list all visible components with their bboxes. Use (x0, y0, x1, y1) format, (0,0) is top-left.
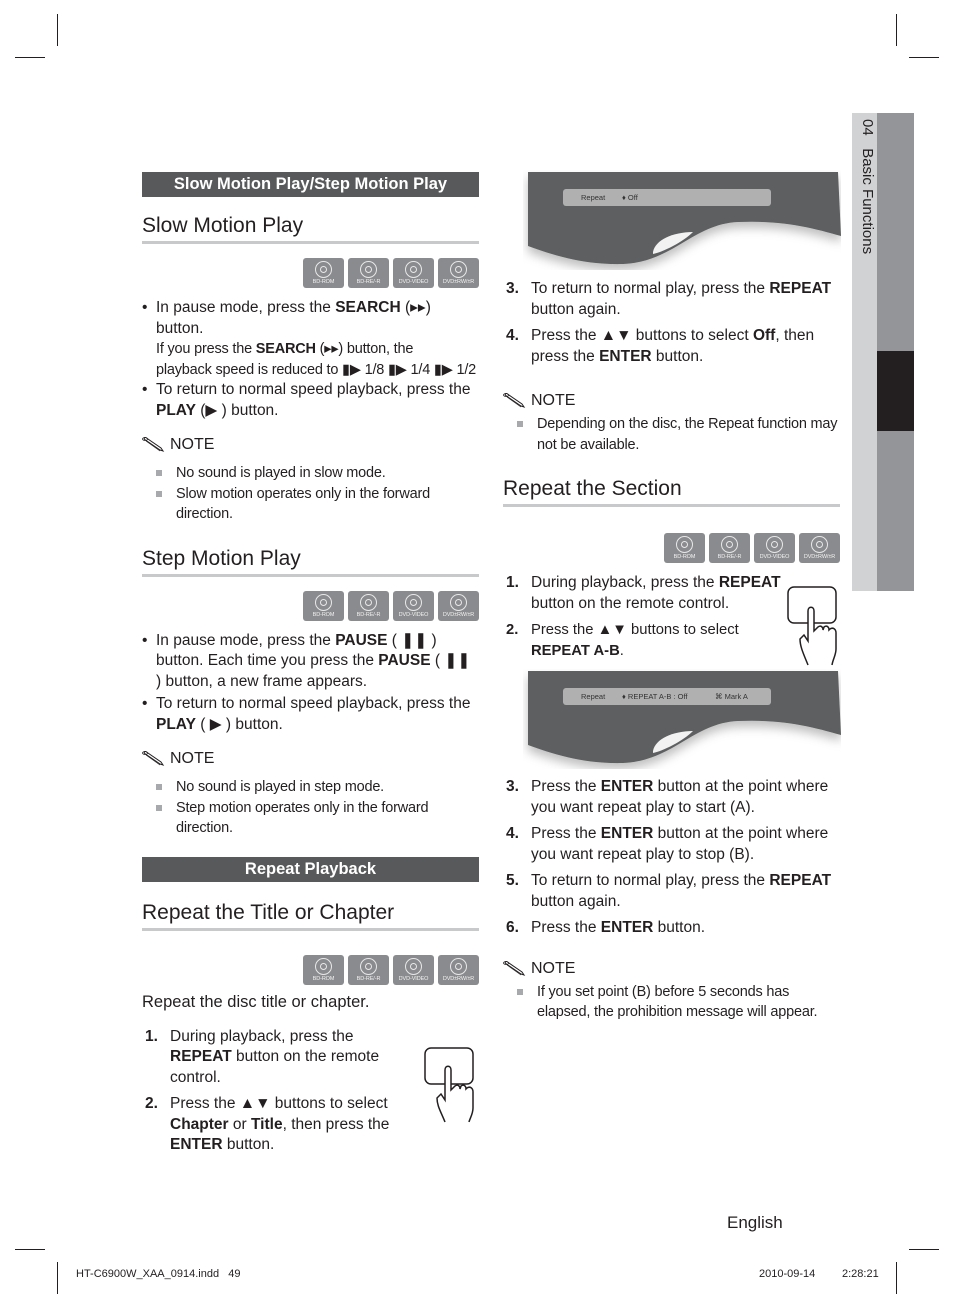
pencil-note-icon (142, 437, 165, 452)
disc-type-icons: BD-ROM BD-RE/-R DVD-VIDEO DVD±RW/±R (503, 533, 840, 563)
bullet-item: In pause mode, press the SEARCH (▸▸) but… (142, 298, 479, 380)
note-item: If you set point (B) before 5 seconds ha… (517, 982, 840, 1023)
repeat-section-steps: 1. During playback, press the REPEAT but… (503, 573, 788, 661)
osd-action: ⌘ Mark A (715, 692, 748, 701)
note-item: Slow motion operates only in the forward… (156, 484, 479, 525)
step-item: 3. To return to normal play, press the R… (506, 280, 832, 318)
remote-button-press-icon (787, 586, 837, 666)
note-heading: NOTE (142, 435, 479, 455)
bd-re-disc-icon: BD-RE/-R (709, 533, 750, 563)
step-item: 4. Press the ▲▼ buttons to select Off, t… (506, 327, 815, 365)
step-motion-notes: No sound is played in step mode. Step mo… (156, 777, 479, 839)
note-heading: NOTE (503, 391, 840, 411)
step-item: 1. During playback, press the REPEAT but… (145, 1027, 380, 1086)
crop-mark (57, 14, 58, 46)
dvd-video-disc-icon: DVD-VIDEO (754, 533, 795, 563)
bullet-item: In pause mode, press the PAUSE ( ❚❚ ) bu… (142, 631, 479, 693)
note-heading: NOTE (142, 749, 479, 769)
note-heading: NOTE (503, 959, 840, 979)
heading-repeat-title: Repeat the Title or Chapter (142, 901, 479, 931)
repeat-section-notes: If you set point (B) before 5 seconds ha… (517, 982, 840, 1023)
crop-mark (15, 1249, 45, 1250)
section-bar-repeat-playback: Repeat Playback (142, 856, 479, 882)
dvd-video-disc-icon: DVD-VIDEO (393, 258, 434, 288)
heading-repeat-section: Repeat the Section (503, 477, 840, 507)
dvd-rw-disc-icon: DVD±RW/±R (438, 258, 479, 288)
step-item: 6. Press the ENTER button. (506, 919, 706, 936)
section-bar-slow-step: Slow Motion Play/Step Motion Play (142, 172, 479, 197)
disc-type-icons: BD-ROM BD-RE/-R DVD-VIDEO DVD±RW/±R (142, 258, 479, 288)
step-item: 5. To return to normal play, press the R… (506, 872, 832, 910)
chapter-side-tab: 04 Basic Functions (852, 113, 914, 591)
pencil-note-icon (503, 960, 526, 976)
dvd-rw-disc-icon: DVD±RW/±R (438, 954, 479, 985)
dvd-rw-disc-icon: DVD±RW/±R (438, 590, 479, 621)
bd-re-disc-icon: BD-RE/-R (348, 954, 389, 985)
pencil-note-icon (503, 393, 526, 408)
step-item: 2. Press the ▲▼ buttons to select Chapte… (145, 1095, 390, 1153)
bd-re-disc-icon: BD-RE/-R (348, 590, 389, 621)
repeat-title-intro: Repeat the disc title or chapter. (142, 992, 370, 1011)
bullet-item: To return to normal speed playback, pres… (142, 380, 479, 421)
bd-rom-disc-icon: BD-ROM (303, 590, 344, 621)
dvd-video-disc-icon: DVD-VIDEO (393, 590, 434, 621)
crop-mark (15, 57, 45, 58)
slug-time: 2:28:21 (842, 1268, 879, 1280)
slug-file-name: HT-C6900W_XAA_0914.indd 49 (76, 1268, 241, 1280)
osd-repeat-ab-bar: Repeat ♦ REPEAT A-B : Off ⌘ Mark A (563, 688, 771, 705)
step-motion-bullets: In pause mode, press the PAUSE ( ❚❚ ) bu… (142, 631, 479, 736)
slow-motion-bullets: In pause mode, press the SEARCH (▸▸) but… (142, 298, 479, 421)
disc-type-icons: BD-ROM BD-RE/-R DVD-VIDEO DVD±RW/±R (142, 590, 479, 621)
chapter-number: 04 (859, 119, 876, 136)
step-item: 2. Press the ▲▼ buttons to select REPEAT… (506, 622, 739, 659)
remote-button-press-icon (424, 1047, 474, 1123)
crop-mark (896, 1262, 897, 1294)
osd-screenshot-repeat-ab: Repeat ♦ REPEAT A-B : Off ⌘ Mark A (523, 669, 841, 769)
osd-repeat-bar: Repeat ♦ Off (563, 189, 771, 206)
osd-screenshot-repeat-off: Repeat ♦ Off (523, 170, 841, 270)
tv-screen-image (528, 671, 841, 764)
note-item: Step motion operates only in the forward… (156, 798, 479, 839)
crop-mark (57, 1262, 58, 1294)
crop-mark (909, 57, 939, 58)
slug-date: 2010-09-14 (759, 1268, 816, 1280)
note-item: No sound is played in step mode. (156, 777, 479, 798)
bd-rom-disc-icon: BD-ROM (303, 954, 344, 985)
crop-mark (896, 14, 897, 46)
crop-mark (909, 1249, 939, 1250)
step-item: 4. Press the ENTER button at the point w… (506, 825, 829, 863)
side-tab-position-marker (877, 351, 914, 431)
dvd-rw-disc-icon: DVD±RW/±R (799, 533, 840, 563)
osd-label: Repeat (581, 193, 606, 202)
heading-slow-motion: Slow Motion Play (142, 214, 479, 244)
step-item: 1. During playback, press the REPEAT but… (506, 574, 781, 612)
chapter-title: Basic Functions (859, 148, 876, 255)
osd-label: Repeat (581, 692, 606, 701)
step-item: 3. Press the ENTER button at the point w… (506, 778, 829, 816)
footer-language: English (727, 1213, 783, 1232)
side-tab-label: 04 Basic Functions (854, 119, 876, 254)
dvd-video-disc-icon: DVD-VIDEO (393, 954, 434, 985)
repeat-title-steps: 1. During playback, press the REPEAT but… (142, 1027, 392, 1156)
note-item: No sound is played in slow mode. (156, 463, 479, 484)
bd-re-disc-icon: BD-RE/-R (348, 258, 389, 288)
pencil-note-icon (142, 751, 165, 766)
bullet-item: To return to normal speed playback, pres… (142, 694, 479, 735)
osd-value: ♦ Off (622, 193, 638, 202)
repeat-off-steps: 3. To return to normal play, press the R… (503, 279, 840, 367)
left-column: Slow Motion Play/Step Motion Play Slow M… (142, 172, 479, 1162)
bd-rom-disc-icon: BD-ROM (303, 258, 344, 288)
slow-motion-notes: No sound is played in slow mode. Slow mo… (156, 463, 479, 525)
heading-step-motion: Step Motion Play (142, 547, 479, 577)
note-item: Depending on the disc, the Repeat functi… (517, 414, 840, 455)
repeat-notes: Depending on the disc, the Repeat functi… (517, 414, 840, 455)
enter-icon: ⌘ (715, 692, 723, 701)
tv-screen-image (528, 172, 841, 265)
osd-value: ♦ REPEAT A-B : Off (622, 692, 688, 701)
repeat-ab-steps: 3. Press the ENTER button at the point w… (503, 777, 840, 939)
disc-type-icons: BD-ROM BD-RE/-R DVD-VIDEO DVD±RW/±R (142, 954, 479, 985)
bd-rom-disc-icon: BD-ROM (664, 533, 705, 563)
